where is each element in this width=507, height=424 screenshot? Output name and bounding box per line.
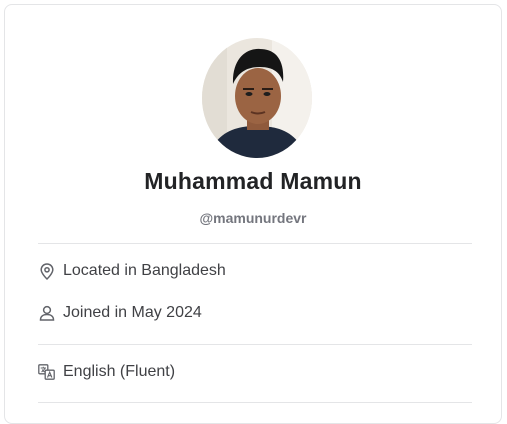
joined-row: Joined in May 2024 <box>38 302 202 324</box>
language-text: English (Fluent) <box>63 363 176 380</box>
language-row: English (Fluent) <box>38 361 175 383</box>
profile-card: Muhammad Mamun @mamunurdevr Located in B… <box>4 4 502 424</box>
location-row: Located in Bangladesh <box>38 260 226 282</box>
avatar[interactable] <box>202 38 312 158</box>
translate-icon <box>38 364 55 381</box>
profile-name: Muhammad Mamun <box>144 168 362 194</box>
location-text: Located in Bangladesh <box>63 262 226 279</box>
divider <box>38 344 472 345</box>
divider <box>38 243 472 244</box>
location-pin-icon <box>38 262 55 280</box>
joined-text: Joined in May 2024 <box>63 304 202 321</box>
user-icon <box>38 305 55 322</box>
profile-username: @mamunurdevr <box>199 210 307 226</box>
